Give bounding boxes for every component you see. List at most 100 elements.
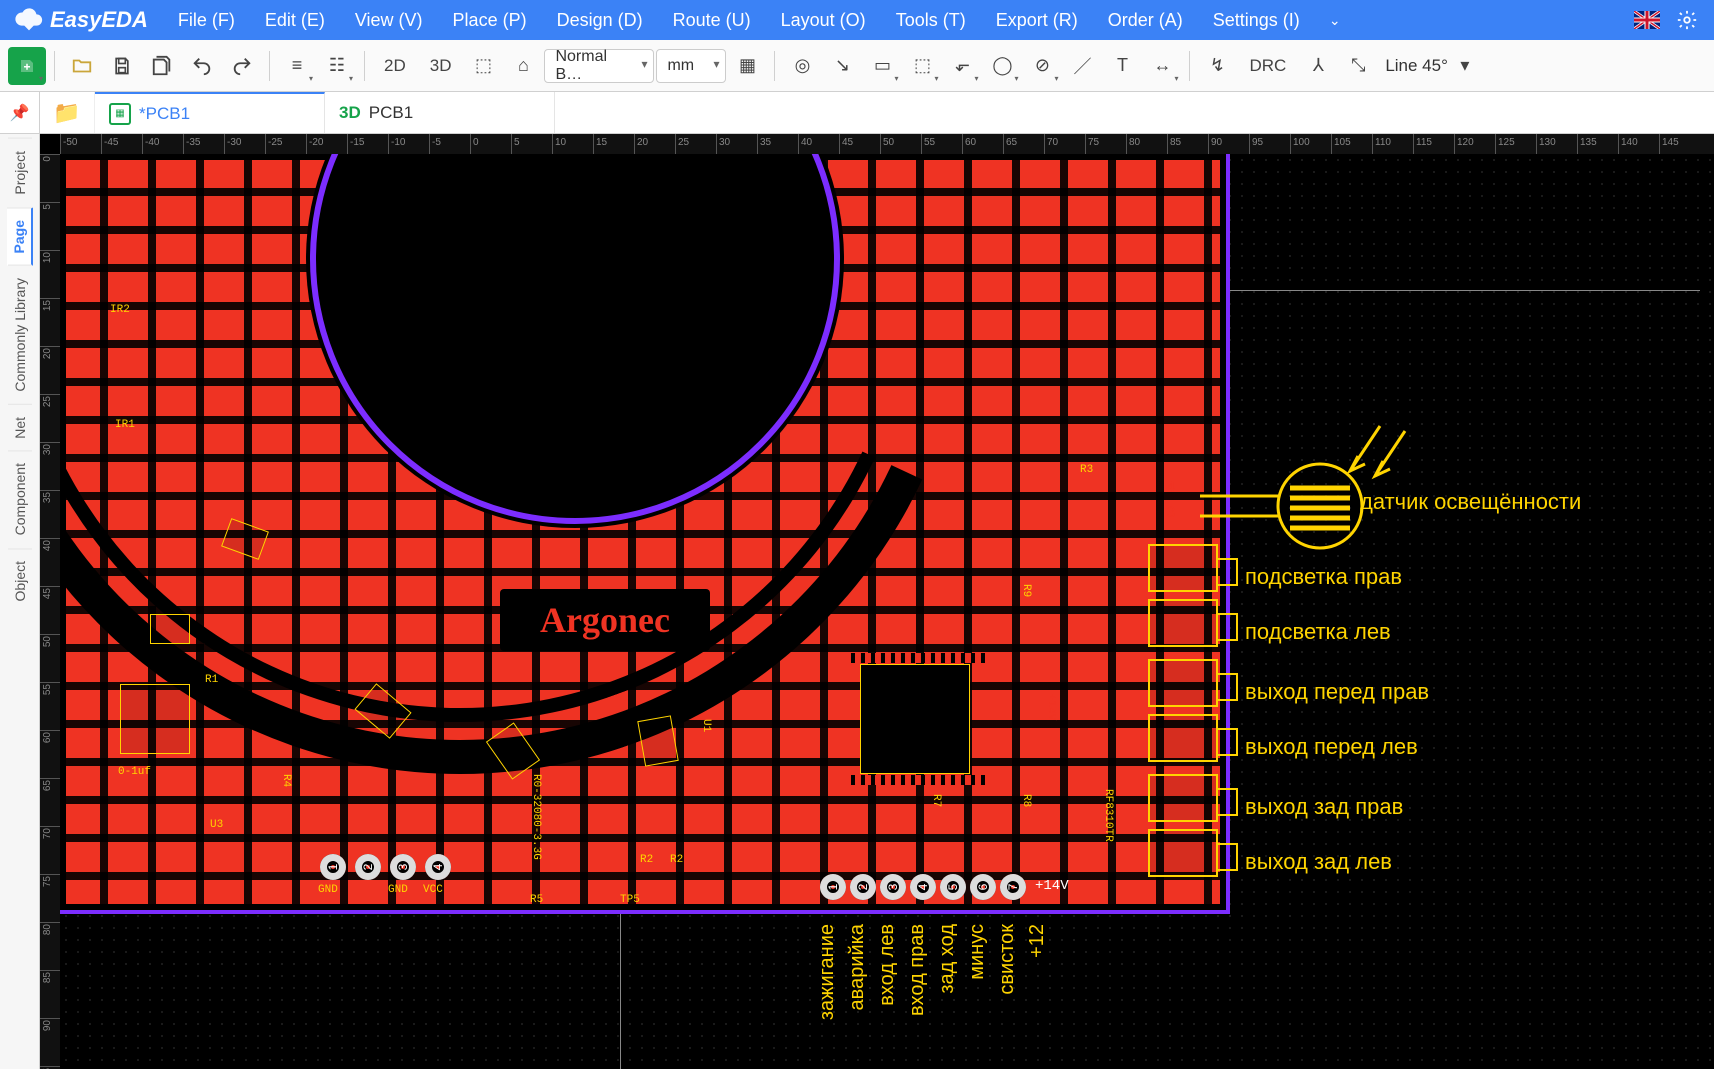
pad-vcc-4[interactable]: 4 (425, 854, 451, 880)
side-tab-component[interactable]: Component (8, 450, 32, 547)
annot-r4: выход зад прав (1245, 794, 1403, 820)
select-region-button[interactable]: ⬚ (464, 47, 502, 85)
conn-pad-6[interactable]: 6 (970, 874, 996, 900)
mcu-chip[interactable] (860, 664, 970, 774)
annot-b7: +12 (1026, 924, 1049, 958)
conn-pad-2[interactable]: 2 (850, 874, 876, 900)
menu-order[interactable]: Order (A) (1096, 4, 1195, 37)
line-button[interactable]: ／ (1063, 47, 1101, 85)
silk-r4: R4 (280, 774, 292, 787)
conn-pad-3[interactable]: 3 (880, 874, 906, 900)
mosfet-q1[interactable] (1148, 544, 1218, 592)
routing-angle-label: Line 45° (1379, 56, 1454, 76)
unit-select[interactable]: mm (656, 49, 726, 83)
annot-b2: вход лев (876, 924, 899, 1006)
canvas-area: -50-45-40-35-30-25-20-15-10-505101520253… (40, 134, 1714, 1069)
pcb-canvas[interactable]: Argonec R1 0-1uf U3 1 2 3 4 GND GND VCC … (60, 154, 1714, 1069)
board-logo: Argonec (500, 589, 710, 651)
region-button[interactable]: ⬚▾ (903, 47, 941, 85)
new-button[interactable]: ▾ (8, 47, 46, 85)
menu-more-chevron-icon[interactable]: ⌄ (1318, 3, 1352, 37)
mosfet-q3[interactable] (1148, 659, 1218, 707)
conn-pad-5[interactable]: 5 (940, 874, 966, 900)
text-button[interactable]: T (1103, 47, 1141, 85)
conn-pad-1[interactable]: 1 (820, 874, 846, 900)
pin-panel-icon[interactable]: 📌 (0, 92, 40, 133)
menu-design[interactable]: Design (D) (545, 4, 655, 37)
menu-place[interactable]: Place (P) (441, 4, 539, 37)
mosfet-q2[interactable] (1148, 599, 1218, 647)
ic-u1[interactable] (120, 684, 190, 754)
redo-button[interactable] (223, 47, 261, 85)
project-folder-tab[interactable]: 📁 (40, 92, 95, 133)
menu-edit[interactable]: Edit (E) (253, 4, 337, 37)
side-tab-page[interactable]: Page (7, 207, 33, 265)
mosfet-q6[interactable] (1148, 829, 1218, 877)
mosfet-q5[interactable] (1148, 774, 1218, 822)
silk-ir2: IR2 (110, 304, 130, 316)
teardrop-button[interactable]: ⅄ (1299, 47, 1337, 85)
diff-pair-button[interactable]: ⤡ (1339, 47, 1377, 85)
ellipse-button[interactable]: ◯▾ (983, 47, 1021, 85)
ruler-horizontal: -50-45-40-35-30-25-20-15-10-505101520253… (60, 134, 1714, 154)
language-flag-icon[interactable] (1630, 3, 1664, 37)
dimension-button[interactable]: ↔▾ (1143, 47, 1181, 85)
annot-b4: зад ход (936, 924, 959, 994)
led-ring-comp[interactable] (150, 614, 190, 644)
pad-gnd-3[interactable]: 3 (390, 854, 416, 880)
silk-u3: U3 (210, 819, 223, 831)
save-button[interactable] (103, 47, 141, 85)
ratsnest-button[interactable]: ↯ (1198, 47, 1236, 85)
annot-r3: выход перед лев (1245, 734, 1418, 760)
menu-view[interactable]: View (V) (343, 4, 435, 37)
grid-button[interactable]: ▦ (728, 47, 766, 85)
angle-dropdown[interactable]: ▾ (1456, 47, 1474, 85)
led-ring-comp[interactable] (637, 715, 678, 766)
gear-icon[interactable] (1670, 3, 1704, 37)
menubar: EasyEDA File (F) Edit (E) View (V) Place… (0, 0, 1714, 40)
view-3d-button[interactable]: 3D (419, 47, 463, 85)
silk-plus14: +14V (1045, 694, 1057, 720)
menu-file[interactable]: File (F) (166, 4, 247, 37)
pad-gnd-1[interactable]: 1 (320, 854, 346, 880)
document-tabs: 📌 📁 ▦ *PCB1 3D PCB1 (0, 92, 1714, 134)
tab-pcb1-3d[interactable]: 3D PCB1 (325, 92, 555, 133)
open-folder-button[interactable] (63, 47, 101, 85)
conn-pad-7[interactable]: 7 (1000, 874, 1026, 900)
brush-select[interactable]: Normal B… (544, 49, 654, 83)
flip-board-button[interactable]: ⌂ (504, 47, 542, 85)
led-ring-comp[interactable] (486, 722, 540, 779)
pcb-board[interactable]: Argonec R1 0-1uf U3 1 2 3 4 GND GND VCC … (60, 154, 1230, 914)
pad-gnd-2[interactable]: 2 (355, 854, 381, 880)
trace-button[interactable]: ↘ (823, 47, 861, 85)
side-tab-library[interactable]: Commonly Library (8, 265, 32, 404)
pad-button[interactable]: ▭▾ (863, 47, 901, 85)
menu-tools[interactable]: Tools (T) (884, 4, 978, 37)
silk-pin3: 3 (1166, 504, 1176, 522)
undo-button[interactable] (183, 47, 221, 85)
menu-settings[interactable]: Settings (I) (1201, 4, 1312, 37)
side-tab-project[interactable]: Project (8, 138, 32, 207)
slot-button[interactable]: ⊘▾ (1023, 47, 1061, 85)
side-tab-object[interactable]: Object (8, 548, 32, 613)
brand-logo: EasyEDA (10, 5, 160, 35)
view-2d-button[interactable]: 2D (373, 47, 417, 85)
menu-export[interactable]: Export (R) (984, 4, 1090, 37)
led-ring-comp[interactable] (221, 518, 269, 560)
menu-route[interactable]: Route (U) (661, 4, 763, 37)
via-button[interactable]: ◎ (783, 47, 821, 85)
distribute-button[interactable]: ☷▾ (318, 47, 356, 85)
drc-button[interactable]: DRC (1238, 47, 1297, 85)
mosfet-q4[interactable] (1148, 714, 1218, 762)
toolbar: ▾ ≡▾ ☷▾ 2D 3D ⬚ ⌂ Normal B… mm ▦ ◎ ↘ ▭▾ … (0, 40, 1714, 92)
side-tab-net[interactable]: Net (8, 404, 32, 451)
conn-pad-4[interactable]: 4 (910, 874, 936, 900)
save-all-button[interactable] (143, 47, 181, 85)
align-left-button[interactable]: ≡▾ (278, 47, 316, 85)
led-ring-comp[interactable] (354, 683, 411, 739)
tab-pcb1[interactable]: ▦ *PCB1 (95, 92, 325, 133)
silk-u1: U1 (700, 719, 712, 732)
polyline-button[interactable]: ⬐▾ (943, 47, 981, 85)
silk-14v: +14V (1035, 878, 1069, 894)
menu-layout[interactable]: Layout (O) (769, 4, 878, 37)
